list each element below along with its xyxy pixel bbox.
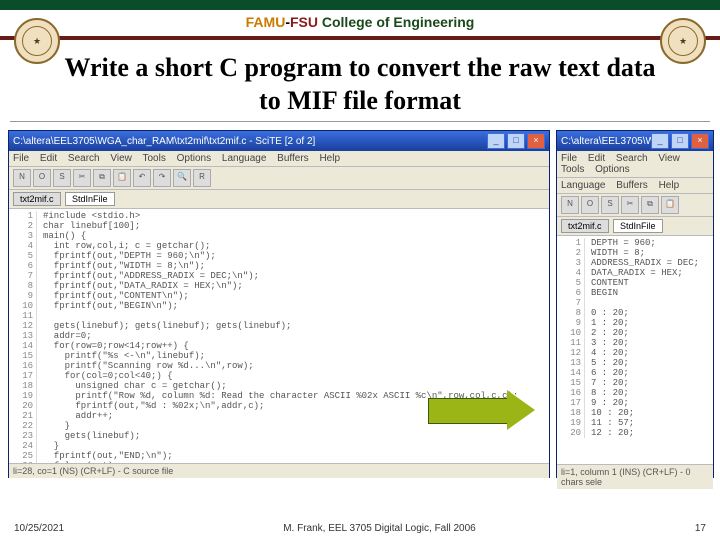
statusbar-2: li=1, column 1 (INS) (CR+LF) - 0 chars s…: [557, 464, 713, 489]
tab-stdin[interactable]: StdInFile: [65, 192, 115, 206]
footer-author: M. Frank, EEL 3705 Digital Logic, Fall 2…: [283, 523, 476, 534]
menubar-2b: Language Buffers Help: [557, 178, 713, 194]
menu-buffers[interactable]: Buffers: [277, 153, 309, 164]
menu-language[interactable]: Language: [222, 153, 267, 164]
menu-options-2[interactable]: Options: [595, 164, 629, 175]
new-icon[interactable]: N: [13, 169, 31, 187]
paste-icon-2[interactable]: 📋: [661, 196, 679, 214]
top-green-bar: [0, 0, 720, 10]
menu-buffers-2[interactable]: Buffers: [616, 180, 648, 191]
window-title-1: C:\altera\EEL3705\WGA_char_RAM\txt2mif\t…: [13, 136, 315, 147]
tabbar-1: txt2mif.c StdInFile: [9, 190, 549, 209]
menu-help-2[interactable]: Help: [659, 180, 680, 191]
menu-file-2[interactable]: File: [561, 153, 577, 164]
footer: 10/25/2021 M. Frank, EEL 3705 Digital Lo…: [0, 523, 720, 534]
page-number: 17: [695, 523, 706, 534]
menu-view[interactable]: View: [110, 153, 132, 164]
slide-title: Write a short C program to convert the r…: [60, 52, 660, 117]
tab-stdin-2[interactable]: StdInFile: [613, 219, 663, 233]
redo-icon[interactable]: ↷: [153, 169, 171, 187]
menu-options[interactable]: Options: [177, 153, 211, 164]
copy-icon[interactable]: ⧉: [93, 169, 111, 187]
header: ★ ★ FAMU-FSU College of Engineering: [0, 10, 720, 40]
menu-tools[interactable]: Tools: [143, 153, 166, 164]
tabbar-2: txt2mif.c StdInFile: [557, 217, 713, 236]
window-output-mif: C:\altera\EEL3705\WG... _ □ × File Edit …: [556, 130, 714, 478]
new-icon-2[interactable]: N: [561, 196, 579, 214]
titlebar-2[interactable]: C:\altera\EEL3705\WG... _ □ ×: [557, 131, 713, 151]
menu-edit[interactable]: Edit: [40, 153, 57, 164]
cut-icon[interactable]: ✂: [73, 169, 91, 187]
open-icon-2[interactable]: O: [581, 196, 599, 214]
open-icon[interactable]: O: [33, 169, 51, 187]
close-button[interactable]: ×: [527, 133, 545, 149]
footer-date: 10/25/2021: [14, 523, 64, 534]
find-icon[interactable]: 🔍: [173, 169, 191, 187]
fsu-seal-icon: ★: [660, 18, 706, 64]
tab-txt2mif[interactable]: txt2mif.c: [13, 192, 61, 206]
minimize-button[interactable]: _: [487, 133, 505, 149]
tab-txt2mif-2[interactable]: txt2mif.c: [561, 219, 609, 233]
close-button-2[interactable]: ×: [691, 133, 709, 149]
menu-file[interactable]: File: [13, 153, 29, 164]
code-editor-2[interactable]: 1DEPTH = 960; 2WIDTH = 8; 3ADDRESS_RADIX…: [557, 236, 713, 464]
minimize-button-2[interactable]: _: [651, 133, 669, 149]
menu-tools-2[interactable]: Tools: [561, 164, 584, 175]
menu-help[interactable]: Help: [319, 153, 340, 164]
save-icon-2[interactable]: S: [601, 196, 619, 214]
famu-seal-icon: ★: [14, 18, 60, 64]
toolbar-1: N O S ✂ ⧉ 📋 ↶ ↷ 🔍 R: [9, 167, 549, 190]
maximize-button[interactable]: □: [507, 133, 525, 149]
undo-icon[interactable]: ↶: [133, 169, 151, 187]
menu-edit-2[interactable]: Edit: [588, 153, 605, 164]
menu-language-2[interactable]: Language: [561, 180, 606, 191]
menu-search-2[interactable]: Search: [616, 153, 648, 164]
window-title-2: C:\altera\EEL3705\WG...: [561, 136, 651, 147]
arrow-icon: [428, 390, 548, 430]
cut-icon-2[interactable]: ✂: [621, 196, 639, 214]
toolbar-2: N O S ✂ ⧉ 📋: [557, 194, 713, 217]
paste-icon[interactable]: 📋: [113, 169, 131, 187]
statusbar-1: li=28, co=1 (NS) (CR+LF) - C source file: [9, 463, 549, 478]
replace-icon[interactable]: R: [193, 169, 211, 187]
menubar-1: File Edit Search View Tools Options Lang…: [9, 151, 549, 167]
maximize-button-2[interactable]: □: [671, 133, 689, 149]
copy-icon-2[interactable]: ⧉: [641, 196, 659, 214]
menu-search[interactable]: Search: [68, 153, 100, 164]
save-icon[interactable]: S: [53, 169, 71, 187]
divider: [10, 121, 710, 122]
menubar-2a: File Edit Search View Tools Options: [557, 151, 713, 178]
menu-view-2[interactable]: View: [658, 153, 680, 164]
titlebar-1[interactable]: C:\altera\EEL3705\WGA_char_RAM\txt2mif\t…: [9, 131, 549, 151]
header-title: FAMU-FSU College of Engineering: [246, 14, 475, 30]
